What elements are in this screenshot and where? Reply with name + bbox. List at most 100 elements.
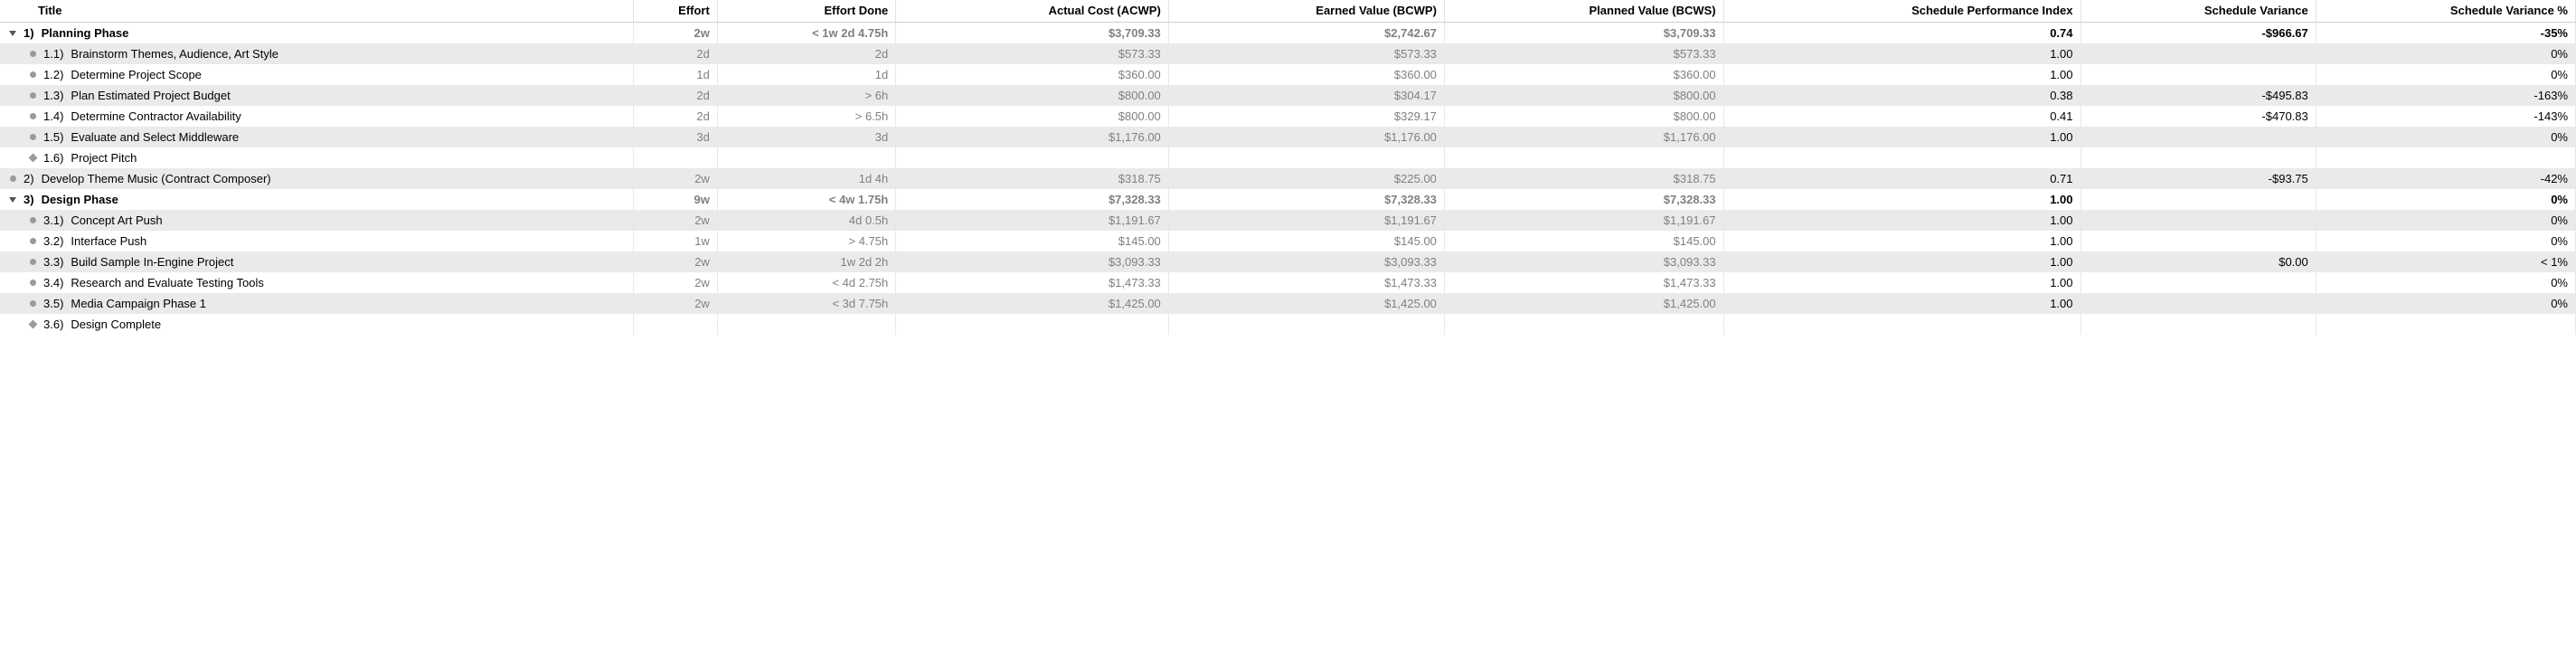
col-effort[interactable]: Effort: [633, 0, 717, 23]
title-cell[interactable]: 1.2)Determine Project Scope: [0, 64, 633, 85]
bcws-cell: $7,328.33: [1444, 189, 1723, 210]
acwp-cell: $1,176.00: [896, 127, 1169, 147]
wbs-number: 1.6): [42, 151, 67, 165]
acwp-cell: [896, 147, 1169, 168]
table-row[interactable]: 1.2)Determine Project Scope1d1d$360.00$3…: [0, 64, 2576, 85]
sv-cell: -$470.83: [2081, 106, 2316, 127]
effort-done-cell: > 4.75h: [717, 231, 895, 251]
col-bcwp[interactable]: Earned Value (BCWP): [1168, 0, 1444, 23]
acwp-cell: $800.00: [896, 106, 1169, 127]
task-title: Design Phase: [42, 193, 118, 206]
sv-cell: [2081, 189, 2316, 210]
table-row[interactable]: 3.3)Build Sample In-Engine Project2w1w 2…: [0, 251, 2576, 272]
table-row[interactable]: 3.6)Design Complete: [0, 314, 2576, 335]
title-cell[interactable]: 3)Design Phase: [0, 189, 633, 210]
header-row: Title Effort Effort Done Actual Cost (AC…: [0, 0, 2576, 23]
bcwp-cell: $329.17: [1168, 106, 1444, 127]
title-cell[interactable]: 1.1)Brainstorm Themes, Audience, Art Sty…: [0, 43, 633, 64]
sv-cell: -$93.75: [2081, 168, 2316, 189]
col-spi[interactable]: Schedule Performance Index: [1723, 0, 2081, 23]
col-acwp[interactable]: Actual Cost (ACWP): [896, 0, 1169, 23]
bcws-cell: $3,093.33: [1444, 251, 1723, 272]
table-row[interactable]: 3.4)Research and Evaluate Testing Tools2…: [0, 272, 2576, 293]
milestone-icon: [27, 153, 38, 164]
milestone-icon: [27, 319, 38, 330]
title-cell[interactable]: 3.3)Build Sample In-Engine Project: [0, 251, 633, 272]
evm-table: Title Effort Effort Done Actual Cost (AC…: [0, 0, 2576, 335]
task-bullet-icon: [27, 257, 38, 268]
sv-cell: [2081, 127, 2316, 147]
title-cell[interactable]: 2)Develop Theme Music (Contract Composer…: [0, 168, 633, 189]
title-cell[interactable]: 3.5)Media Campaign Phase 1: [0, 293, 633, 314]
wbs-number: 2): [22, 172, 38, 185]
svp-cell: 0%: [2316, 272, 2575, 293]
table-row[interactable]: 1.3)Plan Estimated Project Budget2d> 6h$…: [0, 85, 2576, 106]
task-bullet-icon: [27, 49, 38, 60]
svp-cell: [2316, 314, 2575, 335]
effort-done-cell: < 3d 7.75h: [717, 293, 895, 314]
acwp-cell: $3,709.33: [896, 23, 1169, 44]
table-row[interactable]: 2)Develop Theme Music (Contract Composer…: [0, 168, 2576, 189]
effort-done-cell: 1w 2d 2h: [717, 251, 895, 272]
sv-cell: [2081, 64, 2316, 85]
wbs-number: 1.4): [42, 109, 67, 123]
table-row[interactable]: 1.1)Brainstorm Themes, Audience, Art Sty…: [0, 43, 2576, 64]
sv-cell: [2081, 210, 2316, 231]
spi-cell: 1.00: [1723, 231, 2081, 251]
task-bullet-icon: [27, 132, 38, 143]
effort-done-cell: 2d: [717, 43, 895, 64]
col-effort-done[interactable]: Effort Done: [717, 0, 895, 23]
col-title[interactable]: Title: [0, 0, 633, 23]
disclosure-triangle-icon[interactable]: [7, 28, 18, 39]
title-cell[interactable]: 3.2)Interface Push: [0, 231, 633, 251]
acwp-cell: $7,328.33: [896, 189, 1169, 210]
title-cell[interactable]: 3.4)Research and Evaluate Testing Tools: [0, 272, 633, 293]
table-row[interactable]: 3.5)Media Campaign Phase 12w< 3d 7.75h$1…: [0, 293, 2576, 314]
col-sv[interactable]: Schedule Variance: [2081, 0, 2316, 23]
table-body: 1)Planning Phase2w< 1w 2d 4.75h$3,709.33…: [0, 23, 2576, 336]
svp-cell: 0%: [2316, 64, 2575, 85]
effort-cell: 2w: [633, 272, 717, 293]
table-row[interactable]: 3.2)Interface Push1w> 4.75h$145.00$145.0…: [0, 231, 2576, 251]
bcwp-cell: $1,473.33: [1168, 272, 1444, 293]
title-cell[interactable]: 1.4)Determine Contractor Availability: [0, 106, 633, 127]
acwp-cell: $1,473.33: [896, 272, 1169, 293]
acwp-cell: $1,425.00: [896, 293, 1169, 314]
effort-done-cell: 4d 0.5h: [717, 210, 895, 231]
wbs-number: 3.4): [42, 276, 67, 289]
effort-cell: 2w: [633, 210, 717, 231]
disclosure-triangle-icon[interactable]: [7, 194, 18, 205]
table-row[interactable]: 1.4)Determine Contractor Availability2d>…: [0, 106, 2576, 127]
title-cell[interactable]: 3.1)Concept Art Push: [0, 210, 633, 231]
spi-cell: 0.71: [1723, 168, 2081, 189]
effort-done-cell: 1d: [717, 64, 895, 85]
task-title: Determine Project Scope: [71, 68, 202, 81]
table-row[interactable]: 1.5)Evaluate and Select Middleware3d3d$1…: [0, 127, 2576, 147]
effort-cell: [633, 314, 717, 335]
bcws-cell: $1,425.00: [1444, 293, 1723, 314]
table-row[interactable]: 3.1)Concept Art Push2w4d 0.5h$1,191.67$1…: [0, 210, 2576, 231]
title-cell[interactable]: 3.6)Design Complete: [0, 314, 633, 335]
col-svp[interactable]: Schedule Variance %: [2316, 0, 2575, 23]
effort-done-cell: < 4w 1.75h: [717, 189, 895, 210]
task-bullet-icon: [27, 278, 38, 289]
bcwp-cell: $1,176.00: [1168, 127, 1444, 147]
sv-cell: [2081, 272, 2316, 293]
title-cell[interactable]: 1)Planning Phase: [0, 23, 633, 44]
table-row[interactable]: 3)Design Phase9w< 4w 1.75h$7,328.33$7,32…: [0, 189, 2576, 210]
title-cell[interactable]: 1.6)Project Pitch: [0, 147, 633, 168]
effort-done-cell: < 4d 2.75h: [717, 272, 895, 293]
table-row[interactable]: 1.6)Project Pitch: [0, 147, 2576, 168]
spi-cell: [1723, 147, 2081, 168]
bcwp-cell: $225.00: [1168, 168, 1444, 189]
bcwp-cell: [1168, 147, 1444, 168]
svp-cell: 0%: [2316, 127, 2575, 147]
svp-cell: -35%: [2316, 23, 2575, 44]
effort-cell: [633, 147, 717, 168]
svp-cell: 0%: [2316, 189, 2575, 210]
task-bullet-icon: [27, 90, 38, 101]
title-cell[interactable]: 1.3)Plan Estimated Project Budget: [0, 85, 633, 106]
title-cell[interactable]: 1.5)Evaluate and Select Middleware: [0, 127, 633, 147]
table-row[interactable]: 1)Planning Phase2w< 1w 2d 4.75h$3,709.33…: [0, 23, 2576, 44]
col-bcws[interactable]: Planned Value (BCWS): [1444, 0, 1723, 23]
